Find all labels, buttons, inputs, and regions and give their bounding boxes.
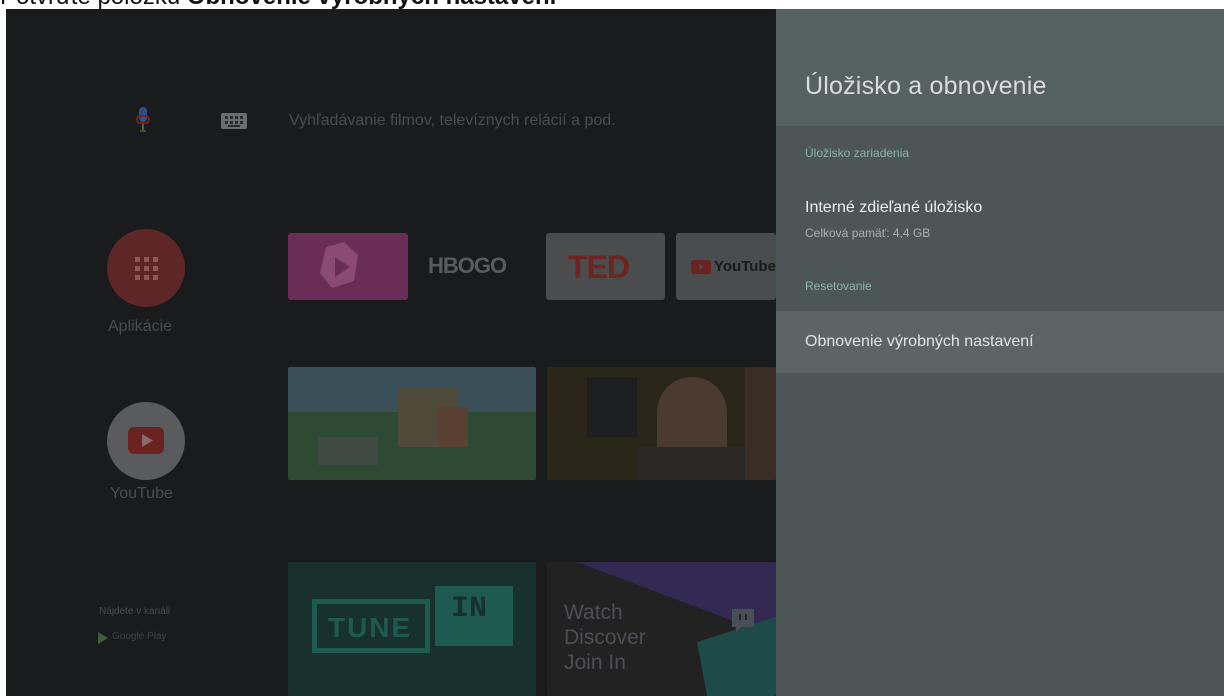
tunein-right-text: IN: [451, 592, 488, 626]
youtube-label: YouTube: [110, 485, 173, 502]
caption-prefix: Potvrďte položku: [0, 0, 187, 9]
panel-header: Úložisko a obnovenie: [776, 9, 1224, 126]
apps-grid-icon: [135, 257, 158, 280]
hbo-go-logo: HBOGO: [428, 253, 507, 278]
talk-video-thumbnail[interactable]: [547, 367, 776, 480]
twitch-icon: [732, 609, 754, 632]
caption-bold: Obnovenie výrobných nastavení: [187, 0, 556, 9]
mic-icon[interactable]: [136, 107, 150, 135]
twitch-line-watch: Watch: [564, 601, 623, 624]
hbo-go-tile[interactable]: HBOGO: [420, 233, 542, 300]
ted-logo: TED: [568, 249, 630, 285]
internal-storage-subtitle: Celková pamäť: 4,4 GB: [805, 226, 931, 240]
section-device-storage: Úložisko zariadenia: [805, 146, 910, 160]
factory-reset-item[interactable]: Obnovenie výrobných nastavení: [776, 311, 1224, 373]
google-play-label: Google Play: [112, 631, 167, 642]
section-reset: Resetovanie: [805, 279, 872, 293]
youtube-tile[interactable]: YouTube: [676, 233, 776, 300]
internal-storage-item[interactable]: Interné zdieľané úložisko Celková pamäť:…: [776, 189, 1224, 249]
youtube-button[interactable]: [107, 402, 185, 480]
tunein-left-text: TUNE: [328, 612, 413, 643]
tunein-tile[interactable]: TUNE IN: [288, 562, 536, 696]
google-play-icon: [98, 632, 108, 644]
storage-reset-panel: Úložisko a obnovenie Úložisko zariadenia…: [776, 9, 1224, 696]
apps-button[interactable]: [107, 229, 185, 307]
youtube-logo-icon: [691, 260, 711, 274]
youtube-tile-label: YouTube: [714, 258, 776, 275]
tv-screen: Vyhľadávanie filmov, televíznych relácií…: [6, 9, 1224, 696]
youtube-play-icon: [128, 427, 164, 454]
twitch-line-join: Join In: [564, 651, 626, 674]
keyboard-icon[interactable]: [221, 113, 247, 129]
play-movies-icon: [320, 242, 358, 288]
apps-label: Aplikácie: [108, 318, 173, 335]
play-movies-tile[interactable]: [288, 233, 408, 300]
factory-reset-label: Obnovenie výrobných nastavení: [805, 333, 1034, 350]
ted-tile[interactable]: TED: [546, 233, 665, 300]
instruction-caption: Potvrďte položku Obnovenie výrobných nas…: [0, 0, 1224, 9]
twitch-tile[interactable]: Watch Discover Join In: [547, 562, 776, 696]
panel-title: Úložisko a obnovenie: [805, 72, 1047, 100]
search-input[interactable]: Vyhľadávanie filmov, televíznych relácií…: [289, 112, 616, 130]
channels-label: Nájdete v kanáli: [99, 606, 171, 617]
home-screen: Vyhľadávanie filmov, televíznych relácií…: [6, 9, 776, 696]
twitch-line-discover: Discover: [564, 626, 646, 649]
internal-storage-title: Interné zdieľané úložisko: [805, 199, 983, 216]
minecraft-video-thumbnail[interactable]: [288, 367, 536, 480]
twitch-text: Watch Discover Join In: [564, 600, 646, 675]
